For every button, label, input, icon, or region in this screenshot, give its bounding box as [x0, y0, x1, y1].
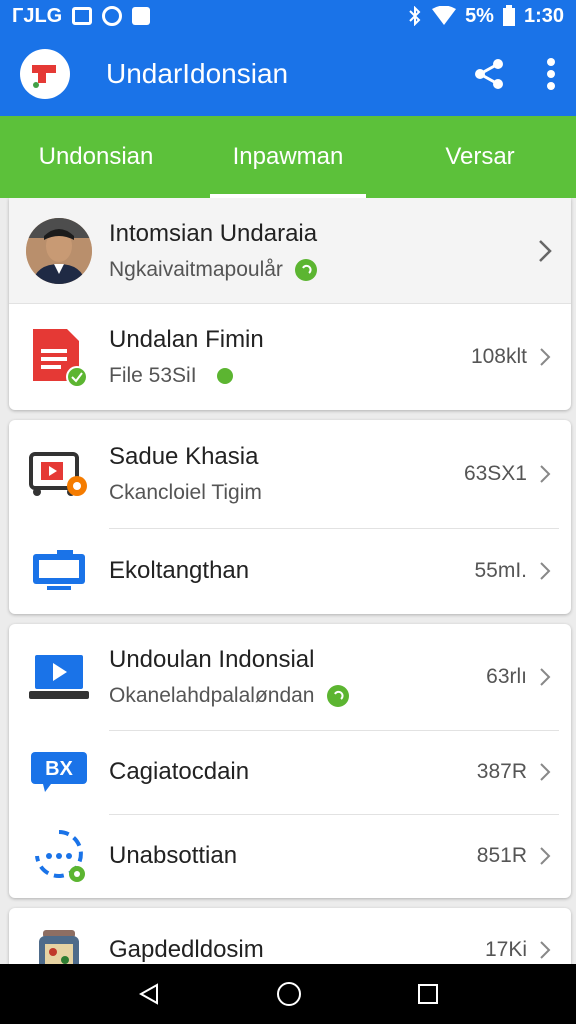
svg-text:BX: BX [45, 758, 73, 780]
content-list: Intomsian Undaraia Ngkaivaitmapoulår Und… [0, 198, 576, 964]
back-icon[interactable] [137, 982, 161, 1006]
chevron-right-icon [533, 844, 557, 868]
system-nav-bar [0, 964, 576, 1024]
card-profile: Intomsian Undaraia Ngkaivaitmapoulår Und… [9, 198, 571, 410]
list-item[interactable]: Sadue Khasia Ckancloiel Tigim 63SX1 [9, 420, 571, 528]
notification-icon [72, 7, 93, 25]
item-title: Cagiatocdain [109, 758, 250, 785]
verified-icon [294, 258, 317, 281]
chevron-right-icon [533, 345, 557, 369]
item-size: 63rlı [486, 665, 527, 688]
item-subtitle: File 53SiI [109, 363, 197, 387]
more-options-icon[interactable] [546, 57, 556, 91]
list-item[interactable]: Unabsottian 851R [9, 814, 571, 898]
avatar [26, 217, 92, 284]
document-icon [33, 328, 88, 388]
item-size: 63SX1 [463, 462, 527, 485]
bx-chat-icon: BX [31, 752, 87, 792]
card-extra: Gapdedldosim 17Ki [9, 908, 571, 964]
monitor-icon [33, 550, 85, 590]
item-title: Ekoltangthan [109, 557, 250, 584]
recents-icon[interactable] [417, 983, 439, 1005]
item-size: 108klt [470, 344, 527, 368]
list-item[interactable]: Undoulan Indonsial Okanelahdpalaløndan 6… [9, 624, 571, 730]
avatar-image-icon [26, 217, 92, 284]
list-item[interactable]: Gapdedldosim 17Ki [9, 908, 571, 964]
card-apps: Undoulan Indonsial Okanelahdpalaløndan 6… [9, 624, 571, 898]
bluetooth-icon [409, 6, 421, 26]
home-icon[interactable] [276, 981, 302, 1007]
verified-icon [326, 685, 349, 707]
chevron-right-icon [533, 462, 557, 486]
battery-icon [502, 5, 515, 26]
chevron-right-icon [533, 239, 557, 263]
chevron-right-icon [533, 559, 557, 583]
app-logo[interactable] [20, 49, 70, 99]
item-size: 17Ki [484, 938, 527, 961]
tab-undonsian[interactable]: Undonsian [0, 116, 192, 198]
chevron-right-icon [533, 760, 557, 784]
sync-chat-icon [35, 830, 85, 882]
battery-percent: 5% [465, 4, 494, 27]
tab-bar: Undonsian Inpawman Versar [0, 116, 576, 198]
chevron-right-icon [533, 938, 557, 962]
wifi-icon [432, 6, 457, 25]
app-notification-icon [132, 7, 151, 25]
clock: 1:30 [523, 4, 564, 27]
app-logo-icon [32, 65, 56, 88]
profile-subtitle: Ngkaivaitmapoulår [109, 257, 283, 281]
chevron-right-icon [533, 665, 557, 689]
item-title: Sadue Khasia [109, 443, 259, 470]
item-size: 851R [476, 844, 527, 867]
profile-row[interactable]: Intomsian Undaraia Ngkaivaitmapoulår [9, 198, 571, 303]
sync-status-icon [102, 6, 123, 26]
jar-icon [39, 930, 79, 964]
item-title: Undalan Fimin [109, 325, 264, 353]
app-title: UndarIdonsian [106, 58, 289, 89]
video-file-icon [29, 452, 87, 496]
status-dot-icon [216, 367, 233, 384]
item-title: Undoulan Indonsial [109, 646, 315, 673]
item-title: Unabsottian [109, 842, 238, 869]
share-icon[interactable] [472, 57, 506, 91]
carrier-label: ГJLG [12, 4, 63, 27]
item-size: 55mI. [474, 559, 527, 582]
profile-name: Intomsian Undaraia [109, 219, 318, 247]
item-subtitle: Ckancloiel Tigim [109, 481, 262, 504]
item-subtitle: Okanelahdpalaløndan [109, 684, 315, 707]
tab-inpawman[interactable]: Inpawman [192, 116, 384, 198]
list-item[interactable]: Ekoltangthan 55mI. [9, 528, 571, 614]
laptop-play-icon [29, 655, 89, 699]
list-item[interactable]: Undalan Fimin File 53SiI 108klt [9, 303, 571, 410]
status-bar: ГJLG 5% 1:30 [0, 0, 576, 32]
tab-versar[interactable]: Versar [384, 116, 576, 198]
app-bar: UndarIdonsian [0, 32, 576, 116]
item-title: Gapdedldosim [109, 936, 264, 963]
card-media: Sadue Khasia Ckancloiel Tigim 63SX1 Ekol… [9, 420, 571, 614]
item-size: 387R [476, 760, 527, 783]
list-item[interactable]: BX Cagiatocdain 387R [9, 730, 571, 814]
